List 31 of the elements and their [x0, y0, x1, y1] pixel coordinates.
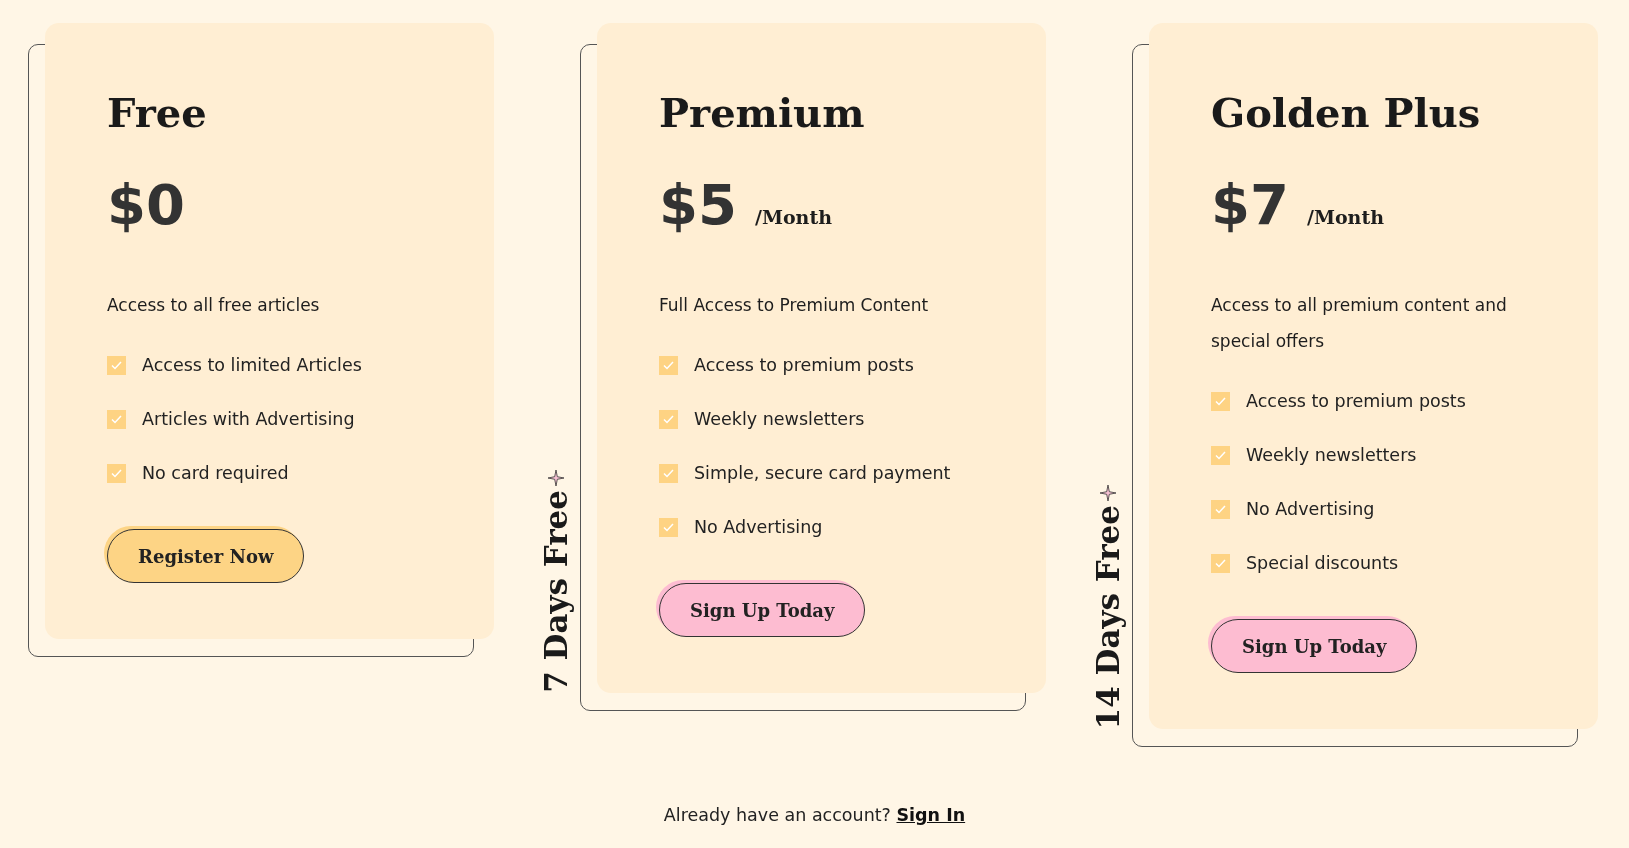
plan-description: Access to all free articles [107, 294, 321, 317]
plan-name: Free [107, 89, 208, 136]
feature-text: Access to premium posts [694, 355, 914, 375]
plan-price: $5 [659, 172, 737, 237]
plan-button[interactable]: Register Now [107, 529, 305, 583]
price-period: /Month [754, 206, 832, 228]
plan-description: Full Access to Premium Content [659, 294, 930, 317]
plan-name: Golden Plus [1211, 89, 1482, 136]
trial-label: 14 Days Free [1090, 504, 1126, 729]
sign-in-link[interactable]: Sign In [896, 805, 966, 825]
feature-text: Access to limited Articles [142, 355, 362, 375]
feature-text: Articles with Advertising [142, 409, 355, 429]
feature-text: Weekly newsletters [1246, 445, 1417, 465]
plan-price: $0 [107, 172, 185, 237]
feature-text: Simple, secure card payment [694, 463, 951, 483]
feature-text: Special discounts [1246, 553, 1399, 573]
plan-description: Access to all premium content and special offers [1211, 294, 1508, 353]
plan-name: Premium [659, 89, 866, 136]
feature-text: No Advertising [694, 517, 823, 537]
plan-button[interactable]: Sign Up Today [1211, 619, 1418, 673]
plan-price: $7 [1211, 172, 1289, 237]
trial-label: 7 Days Free [538, 490, 574, 693]
footer-text: Already have an account? Sign In [662, 805, 967, 825]
feature-text: Weekly newsletters [694, 409, 865, 429]
feature-text: No Advertising [1246, 499, 1375, 519]
feature-text: No card required [142, 463, 289, 483]
price-period: /Month [1306, 206, 1384, 228]
sparkle-icon [1100, 484, 1116, 501]
feature-text: Access to premium posts [1246, 391, 1466, 411]
plan-button[interactable]: Sign Up Today [659, 583, 866, 637]
sparkle-icon [548, 470, 564, 487]
